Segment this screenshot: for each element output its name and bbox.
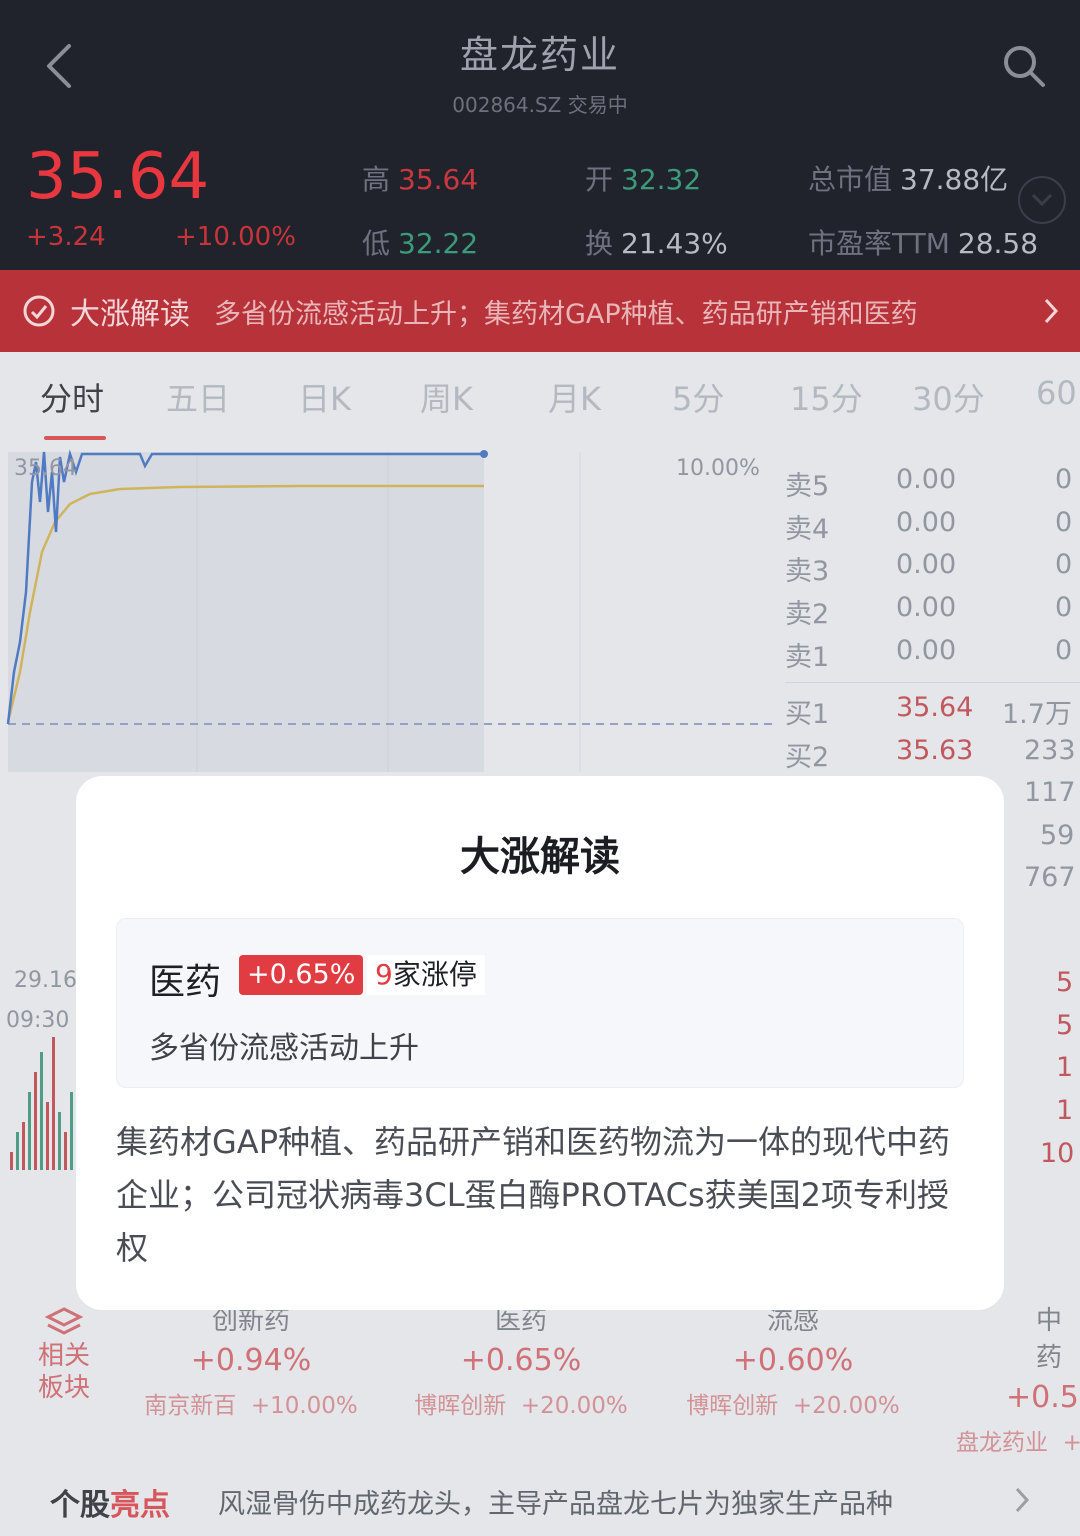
stat-pe-ttm: 市盈率TTM 28.58 (808, 227, 1039, 260)
price-change-pct: +10.00% (175, 222, 296, 252)
price-change: +3.24 (26, 222, 106, 252)
sector-card[interactable]: 医药 +0.65% 9家涨停 多省份流感活动上升 (116, 918, 964, 1088)
stat-low: 低 32.22 (362, 227, 479, 260)
stat-open: 开 32.32 (585, 163, 702, 196)
current-price: 35.64 (26, 140, 210, 214)
modal-description: 集药材GAP种植、药品研产销和医药物流为一体的现代中药企业；公司冠状病毒3CL蛋… (116, 1123, 950, 1267)
expand-stats-button[interactable] (1018, 176, 1066, 224)
limit-up-count: 9家涨停 (367, 955, 485, 995)
surge-analysis-modal: 大涨解读 医药 +0.65% 9家涨停 多省份流感活动上升 集药材GAP种植、药… (76, 776, 1004, 1310)
modal-title: 大涨解读 (460, 834, 620, 880)
search-button[interactable] (996, 38, 1052, 94)
title-block: 盘龙药业 002864.SZ 交易中 (0, 24, 1080, 118)
stock-header: 盘龙药业 002864.SZ 交易中 35.64 +3.24 +10.00% 高… (0, 0, 1080, 270)
stat-market-cap: 总市值 37.88亿 (808, 163, 1009, 196)
sector-change-badge: +0.65% (239, 955, 364, 995)
banner-title: 大涨解读 (70, 297, 190, 332)
search-icon (1004, 46, 1045, 87)
chevron-right-icon (1044, 298, 1059, 324)
sector-reason: 多省份流感活动上升 (149, 1031, 419, 1066)
stock-name: 盘龙药业 (459, 33, 620, 77)
chevron-down-icon (1031, 193, 1053, 207)
banner-text: 多省份流感活动上升；集药材GAP种植、药品研产销和医药 (214, 298, 918, 330)
stock-code-status: 002864.SZ 交易中 (452, 93, 628, 117)
check-circle-icon (23, 295, 55, 327)
sector-name: 医药 (149, 962, 222, 1003)
stat-turnover: 换 21.43% (585, 227, 728, 260)
stat-high: 高 35.64 (362, 163, 479, 196)
surge-banner[interactable]: 大涨解读 多省份流感活动上升；集药材GAP种植、药品研产销和医药 (0, 270, 1080, 352)
